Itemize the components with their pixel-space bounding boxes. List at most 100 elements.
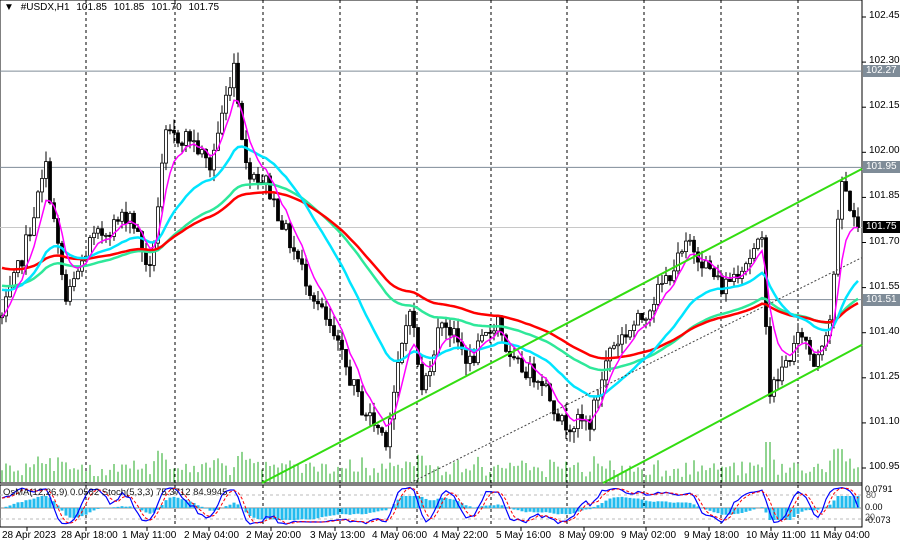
candle-body (576, 414, 580, 429)
time-axis-label: 9 May 18:00 (684, 530, 740, 541)
candle-body (652, 303, 656, 312)
candle-body (692, 239, 696, 253)
candle-body (540, 381, 544, 387)
candle-body (272, 198, 276, 201)
candle-body (612, 345, 616, 349)
price-tick-label: 101.70 (869, 235, 900, 247)
candle-body (236, 62, 240, 104)
candle-body (220, 112, 224, 134)
candle-body (124, 211, 128, 224)
candle-body (464, 348, 468, 364)
candle-body (452, 328, 456, 336)
time-axis-label: 28 Apr 2023 (2, 530, 56, 541)
candle-body (528, 363, 532, 379)
candle-body (772, 379, 776, 397)
sub-scale-80: 80 (866, 490, 877, 500)
candle-body (564, 415, 568, 431)
candle-body (380, 427, 384, 433)
price-tick-label: 100.95 (869, 461, 900, 472)
candle (64, 269, 68, 305)
candle-body (484, 332, 488, 336)
candle-body (16, 260, 20, 274)
candle-body (448, 327, 452, 336)
candle-body (616, 343, 620, 347)
candle-body (656, 283, 660, 305)
price-tick-label: 101.55 (869, 280, 900, 292)
candle-body (160, 162, 164, 208)
candle-body (68, 286, 72, 302)
candle-body (20, 260, 24, 267)
time-axis-label: 5 May 16:00 (496, 530, 552, 541)
candle-body (836, 218, 840, 275)
candle-body (684, 240, 688, 253)
candle-body (164, 129, 168, 164)
candle-body (628, 330, 632, 338)
candle-body (104, 234, 108, 237)
candle-body (428, 371, 432, 377)
candle-body (420, 364, 424, 391)
main-plot-area (0, 0, 863, 484)
level-price-label: 101.95 (863, 161, 900, 174)
candle-body (76, 270, 80, 280)
candle-body (256, 173, 260, 183)
candle-body (668, 275, 672, 282)
candle-body (328, 318, 332, 326)
candle-body (304, 263, 308, 287)
collapse-triangle-icon[interactable]: ▼ (4, 2, 14, 13)
candle-body (444, 322, 448, 328)
candle-body (44, 161, 48, 179)
close-value: 101.75 (188, 2, 220, 13)
candle-body (228, 87, 232, 96)
candle-body (224, 94, 228, 114)
candle-body (308, 285, 312, 296)
candle-body (300, 258, 304, 265)
candle-body (840, 181, 844, 220)
candle-body (404, 325, 408, 344)
sub-scale-min: -0.073 (865, 515, 891, 525)
candle-body (752, 248, 756, 259)
stoch-label: Stoch(5,3,3) 75.3712 84.9945 (101, 487, 228, 498)
candle-body (512, 356, 516, 359)
candle-body (712, 268, 716, 278)
candle-body (620, 334, 624, 345)
indicator-header: OsMA(12,26,9) 0.0582 Stoch(5,3,3) 75.371… (3, 487, 227, 498)
candle-body (852, 210, 856, 218)
candle-body (728, 278, 732, 282)
price-tick-label: 101.85 (869, 190, 900, 202)
candle-body (408, 310, 412, 327)
candle-body (208, 157, 212, 171)
candle-body (480, 334, 484, 342)
candle-body (804, 336, 808, 341)
candle-body (40, 178, 44, 193)
candle-body (168, 129, 172, 132)
candle-body (36, 191, 40, 219)
time-axis-label: 28 Apr 18:00 (61, 530, 118, 541)
candle (756, 237, 760, 251)
candle-body (440, 322, 444, 329)
time-axis-label: 4 May 06:00 (372, 530, 428, 541)
candle-body (632, 324, 636, 331)
time-axis-label: 2 May 20:00 (246, 530, 302, 541)
time-axis-label: 8 May 09:00 (559, 530, 615, 541)
level-price-label: 102.27 (863, 65, 900, 78)
chart-header: ▼ #USDX,H1 101.85 101.85 101.70 101.75 (4, 2, 223, 13)
candle-body (472, 355, 476, 364)
candle-body (848, 190, 852, 211)
price-tick-label: 102.00 (869, 145, 900, 157)
price-tick-label: 102.45 (869, 10, 900, 21)
time-axis-label: 3 May 13:00 (310, 530, 366, 541)
candle-body (760, 237, 764, 240)
candle-body (180, 142, 184, 146)
candle-body (316, 300, 320, 305)
time-axis-label: 11 May 04:00 (810, 530, 870, 541)
candle-body (200, 149, 204, 155)
candle-body (424, 375, 428, 391)
candle-body (724, 278, 728, 295)
price-chart[interactable] (0, 0, 900, 544)
candle-body (456, 328, 460, 343)
candle-body (356, 379, 360, 393)
candle-body (344, 349, 348, 368)
candle-body (176, 132, 180, 144)
candle-body (368, 412, 372, 417)
osma-label: OsMA(12,26,9) 0.0582 (3, 487, 100, 498)
